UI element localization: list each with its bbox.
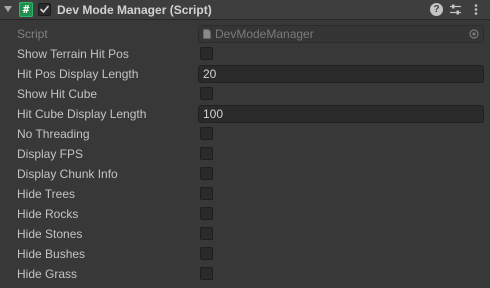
kebab-menu-icon[interactable] xyxy=(469,3,483,16)
component-header[interactable]: # Dev Mode Manager (Script) ? xyxy=(0,0,490,20)
field-label: Show Terrain Hit Pos xyxy=(17,47,129,61)
show-terrain-hit-pos-checkbox[interactable] xyxy=(200,47,213,60)
hit-pos-display-length-input[interactable]: 20 xyxy=(198,65,484,83)
field-label: Hit Cube Display Length xyxy=(17,107,147,121)
field-label: Hide Stones xyxy=(17,227,83,241)
show-hit-cube-checkbox[interactable] xyxy=(200,87,213,100)
field-label: Display FPS xyxy=(17,147,84,161)
help-icon[interactable]: ? xyxy=(430,3,443,16)
hide-stones-checkbox[interactable] xyxy=(200,227,213,240)
field-label: Show Hit Cube xyxy=(17,87,98,101)
field-row-show-hit-cube: Show Hit Cube xyxy=(0,84,490,104)
field-label: Hide Trees xyxy=(17,187,76,201)
script-object-field: DevModeManager xyxy=(198,25,484,43)
field-label: Hide Bushes xyxy=(17,247,86,261)
field-label: No Threading xyxy=(17,127,90,141)
chevron-down-icon[interactable] xyxy=(4,6,12,12)
presets-icon[interactable] xyxy=(449,3,462,16)
field-row-hide-stones: Hide Stones xyxy=(0,224,490,244)
hide-bushes-checkbox[interactable] xyxy=(200,247,213,260)
hide-trees-checkbox[interactable] xyxy=(200,187,213,200)
field-row-show-terrain-hit-pos: Show Terrain Hit Pos xyxy=(0,44,490,64)
field-row-hide-rocks: Hide Rocks xyxy=(0,204,490,224)
no-threading-checkbox[interactable] xyxy=(200,127,213,140)
component-enabled-checkbox[interactable] xyxy=(38,3,51,16)
field-row-no-threading: No Threading xyxy=(0,124,490,144)
field-list: Script DevModeManager Show Terrain Hit Pos… xyxy=(0,24,490,284)
object-picker-icon[interactable] xyxy=(469,29,479,39)
field-row-hide-bushes: Hide Bushes xyxy=(0,244,490,264)
field-label: Hide Rocks xyxy=(17,207,79,221)
checkmark-icon xyxy=(40,5,49,13)
display-chunk-info-checkbox[interactable] xyxy=(200,167,213,180)
hit-cube-display-length-input[interactable]: 100 xyxy=(198,105,484,123)
field-row-display-chunk-info: Display Chunk Info xyxy=(0,164,490,184)
csharp-script-icon: # xyxy=(19,2,33,17)
field-label: Hit Pos Display Length xyxy=(17,67,139,81)
field-row-display-fps: Display FPS xyxy=(0,144,490,164)
script-object-name: DevModeManager xyxy=(215,27,314,41)
field-row-hit-pos-display-length: Hit Pos Display Length 20 xyxy=(0,64,490,84)
field-label: Display Chunk Info xyxy=(17,167,118,181)
display-fps-checkbox[interactable] xyxy=(200,147,213,160)
field-row-script: Script DevModeManager xyxy=(0,24,490,44)
field-row-hide-grass: Hide Grass xyxy=(0,264,490,284)
field-label: Hide Grass xyxy=(17,267,78,281)
hide-grass-checkbox[interactable] xyxy=(200,267,213,280)
field-row-hide-trees: Hide Trees xyxy=(0,184,490,204)
field-label: Script xyxy=(17,27,48,41)
hide-rocks-checkbox[interactable] xyxy=(200,207,213,220)
field-row-hit-cube-display-length: Hit Cube Display Length 100 xyxy=(0,104,490,124)
inspector-panel: # Dev Mode Manager (Script) ? Script DevM… xyxy=(0,0,490,288)
script-file-icon xyxy=(203,29,211,39)
component-title: Dev Mode Manager (Script) xyxy=(57,3,212,17)
